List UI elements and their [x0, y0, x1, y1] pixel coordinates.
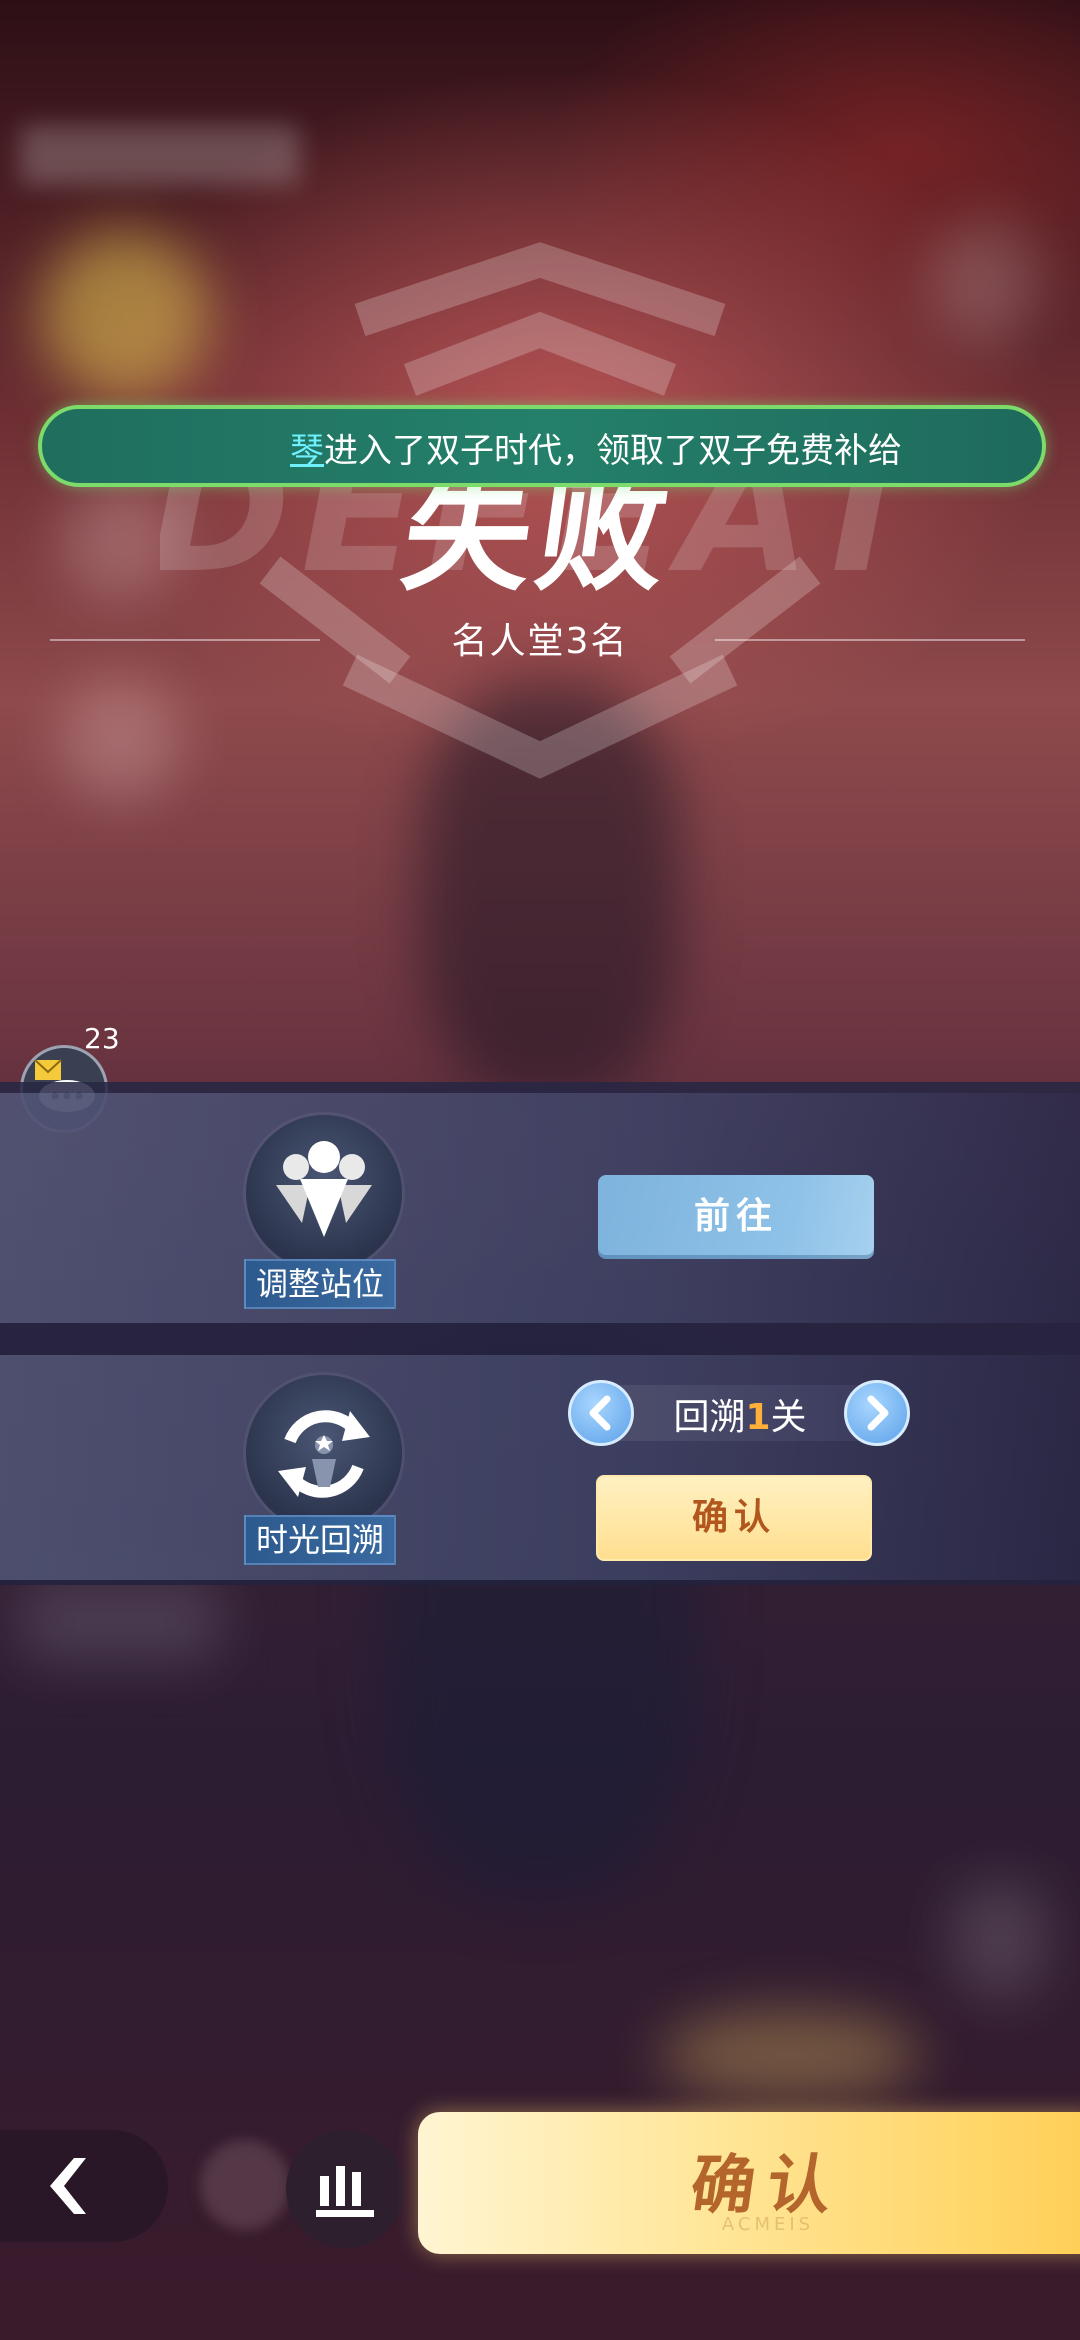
chevron-right-icon: [867, 1395, 889, 1431]
blurred-player-name: [20, 125, 300, 185]
announcement-message: 进入了双子时代，领取了双子免费补给: [324, 431, 902, 471]
rewind-confirm-button[interactable]: 确认: [596, 1475, 872, 1561]
bar-chart-icon: [316, 2166, 374, 2217]
chat-unread-count: 23: [84, 1022, 120, 1055]
chevron-left-icon: [589, 1395, 611, 1431]
confirm-watermark: ACMEIS: [721, 2214, 815, 2235]
rewind-suffix: 关: [770, 1397, 807, 1438]
rewind-icon-circle: [246, 1375, 402, 1531]
time-rewind-label: 时光回溯: [244, 1515, 397, 1565]
rank-text: 名人堂3名: [451, 621, 629, 662]
confirm-button-label: 确认: [685, 2149, 849, 2223]
adjust-formation-label: 调整站位: [244, 1259, 397, 1309]
time-rewind-row: [0, 1355, 1080, 1580]
time-rewind-icon: [278, 1410, 370, 1498]
adjust-formation-row: [0, 1093, 1080, 1323]
formation-icon-circle: [246, 1115, 402, 1271]
increase-rewind-button[interactable]: [844, 1380, 910, 1446]
rewind-level-count: 1: [745, 1397, 771, 1438]
back-arrow-icon: [50, 2158, 86, 2214]
announcement-banner: 琴进入了双子时代，领取了双子免费补给: [38, 405, 1046, 487]
battle-stats-button[interactable]: [286, 2130, 404, 2248]
rewind-prefix: 回溯: [673, 1397, 746, 1438]
decrease-rewind-button[interactable]: [568, 1380, 634, 1446]
announcement-text: 琴进入了双子时代，领取了双子免费补给: [290, 423, 902, 472]
blurred-avatar: [950, 1880, 1050, 2000]
back-button[interactable]: [0, 2130, 168, 2242]
blurred-button: [200, 2140, 290, 2230]
confirm-button[interactable]: 确认 ACMEIS: [418, 2112, 1080, 2254]
blurred-avatar: [930, 220, 1040, 340]
rank-row: 名人堂3名: [0, 612, 1080, 666]
blurred-glow: [660, 2010, 920, 2100]
announcement-player-name[interactable]: 琴: [290, 431, 324, 471]
goto-button[interactable]: 前往: [598, 1175, 874, 1259]
team-formation-icon: [276, 1141, 372, 1237]
blurred-label: [20, 1580, 220, 1660]
rewind-level-text: 回溯1关: [640, 1388, 840, 1440]
divider: [715, 639, 1025, 641]
